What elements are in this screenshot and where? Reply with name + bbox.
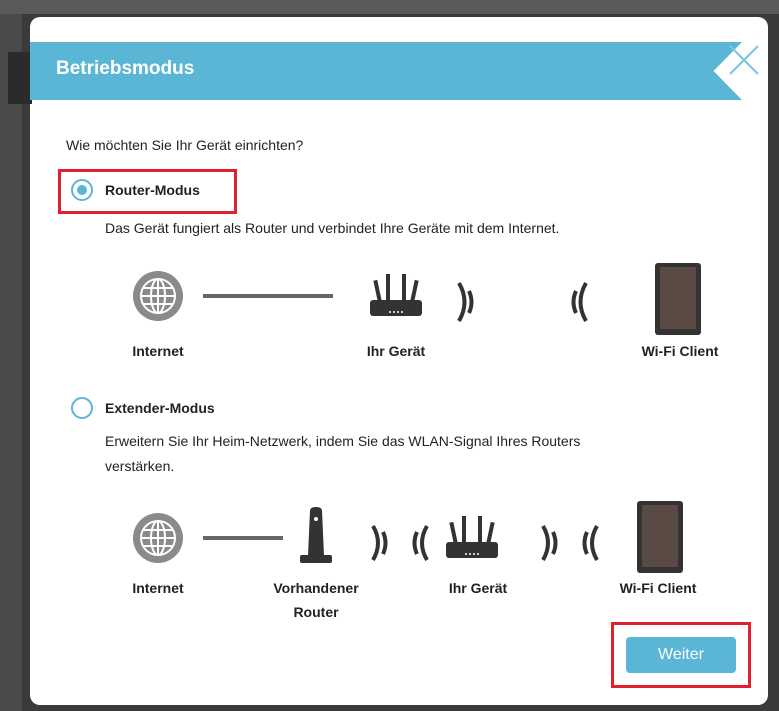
router-mode-description: Das Gerät fungiert als Router und verbin…	[105, 220, 560, 236]
wifi-signal-icon	[541, 524, 599, 562]
extender-mode-description-line1: Erweitern Sie Ihr Heim-Netzwerk, indem S…	[105, 433, 581, 449]
close-icon[interactable]	[724, 40, 764, 80]
internet-label: Internet	[132, 343, 184, 359]
extender-mode-description-line2: verstärken.	[105, 458, 175, 474]
router-icon	[446, 516, 498, 558]
wifi-signal-icon	[571, 281, 588, 323]
device-label: Ihr Gerät	[448, 580, 508, 596]
tablet-icon	[655, 263, 701, 335]
background-left-strip	[0, 14, 22, 711]
next-button[interactable]: Weiter	[626, 637, 736, 673]
window-top-bar	[0, 0, 779, 14]
client-label: Wi-Fi Client	[619, 580, 697, 596]
existing-router-icon	[300, 507, 332, 563]
globe-icon	[133, 513, 183, 563]
wifi-signal-icon	[371, 524, 429, 562]
banner-fold	[8, 52, 32, 104]
router-mode-label[interactable]: Router-Modus	[105, 182, 200, 198]
tablet-icon	[637, 501, 683, 573]
extender-mode-label[interactable]: Extender-Modus	[105, 400, 215, 416]
router-mode-radio[interactable]	[71, 179, 93, 201]
internet-label: Internet	[132, 580, 184, 596]
setup-question: Wie möchten Sie Ihr Gerät einrichten?	[66, 137, 304, 153]
device-label: Ihr Gerät	[366, 343, 426, 359]
client-label: Wi-Fi Client	[641, 343, 719, 359]
connection-line	[203, 294, 333, 298]
wifi-signal-icon	[457, 281, 474, 323]
globe-icon	[133, 271, 183, 321]
router-icon	[370, 274, 422, 316]
existing-router-label-line1: Vorhandener	[273, 580, 359, 596]
operation-mode-dialog	[30, 17, 768, 705]
extender-mode-radio[interactable]	[71, 397, 93, 419]
dialog-title: Betriebsmodus	[56, 58, 195, 79]
existing-router-label-line2: Router	[293, 604, 339, 620]
connection-line	[203, 536, 283, 540]
